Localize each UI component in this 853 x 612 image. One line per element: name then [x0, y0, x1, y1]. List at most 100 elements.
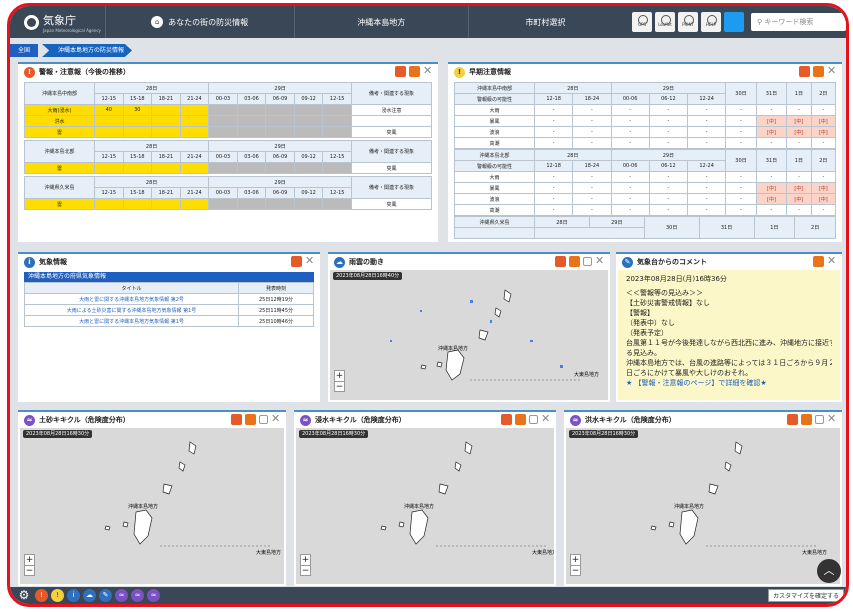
close-icon[interactable]: ✕: [423, 65, 434, 77]
kikikuru-map[interactable]: 2023年08月28日16時30分沖縄本島地方大東島地方 +−: [566, 428, 840, 584]
close-icon[interactable]: ✕: [827, 413, 838, 425]
map-icon[interactable]: [813, 256, 824, 267]
col-title: タイトル: [24, 282, 239, 294]
warnings-header: ! 警報・注意報（今後の推移） ✕: [18, 64, 438, 80]
warning-area: 沖縄本島北部: [24, 140, 95, 163]
zoom-in-button[interactable]: +: [301, 555, 310, 565]
nav-local-label: あなたの街の防災情報: [168, 17, 249, 27]
comment-header: ✎ 気象台からのコメント ✕: [616, 254, 842, 270]
nav-city-select[interactable]: 市町村選択: [467, 6, 622, 38]
kikikuru-panel: ≈ 洪水キキクル（危険度分布） ✕ 2023年08月28日16時30分 沖縄本島地方 大東…: [564, 410, 842, 586]
info-icon[interactable]: [291, 256, 302, 267]
close-icon[interactable]: ✕: [541, 413, 552, 425]
warning-cell: [322, 104, 352, 116]
close-icon[interactable]: ✕: [271, 413, 282, 425]
scroll-top-button[interactable]: ︿: [817, 559, 841, 583]
flood-widget-icon[interactable]: ≈: [147, 589, 160, 602]
early-cell: -: [610, 182, 650, 194]
zoom-in-button[interactable]: +: [335, 371, 344, 381]
zoom-out-button[interactable]: −: [571, 565, 580, 576]
early-cell: -: [572, 126, 612, 138]
breadcrumb-home[interactable]: 全国: [10, 44, 39, 57]
twitter-icon[interactable]: [724, 12, 744, 32]
zoom-in-button[interactable]: +: [25, 555, 34, 565]
external-link-icon[interactable]: [815, 415, 824, 424]
info-icon[interactable]: [501, 414, 512, 425]
close-icon[interactable]: ✕: [827, 65, 838, 77]
warning-cell: [208, 126, 238, 138]
external-link-icon[interactable]: [259, 415, 268, 424]
early-later-cell: -: [755, 137, 788, 149]
map-icon[interactable]: [409, 66, 420, 77]
map-icon[interactable]: [801, 414, 812, 425]
comment-panel: ✎ 気象台からのコメント ✕ 2023年08月28日(月)16時36分 ＜＜警報…: [616, 252, 842, 402]
kikikuru-panel: ≈ 浸水キキクル（危険度分布） ✕ 2023年08月28日16時30分 沖縄本島地方 大東…: [294, 410, 556, 586]
comment-link[interactable]: ★ 【警報・注意報のページ】で詳細を確認★: [626, 378, 832, 388]
day-header: 28日: [93, 82, 210, 94]
nav-region[interactable]: 沖縄本島地方: [293, 6, 468, 38]
gps-button[interactable]: GPS: [632, 12, 652, 32]
time-header: 15-18: [122, 187, 153, 199]
warning-widget-icon[interactable]: !: [35, 589, 48, 602]
early-area: 沖縄本島中南部: [454, 82, 535, 94]
breadcrumb: 全国 沖縄本島地方の防災情報: [10, 44, 133, 57]
table-row[interactable]: 大雨による土砂災害に関する沖縄本島地方気象情報 第1号 25日11時45分: [24, 304, 314, 316]
warning-cell: [94, 126, 124, 138]
weather-info-title: 気象情報: [39, 258, 67, 266]
info-icon[interactable]: [231, 414, 242, 425]
cloud-widget-icon[interactable]: ☁: [83, 589, 96, 602]
table-row[interactable]: 大雨と雷に関する沖縄本島地方気象情報 第1号 25日10時46分: [24, 315, 314, 327]
zoom-in-button[interactable]: +: [571, 555, 580, 565]
later-day-header: 1日: [786, 149, 812, 172]
warning-cell: [151, 162, 181, 174]
help-button[interactable]: HELP: [701, 12, 721, 32]
rain-cloud-map[interactable]: 2023年08月28日16時40分 沖縄本島地方 大東島地方 + −: [330, 270, 608, 400]
bottom-toolbar: ⚙ ! ! i ☁ ✎ ≈ ≈ ≈ カスタマイズを確定する: [10, 587, 846, 604]
close-icon[interactable]: ✕: [305, 255, 316, 267]
table-row: 暴風 - - - - - - [中] [中] [中]: [454, 115, 837, 127]
landslide-widget-icon[interactable]: ≈: [115, 589, 128, 602]
weather-info-buttons: ✕: [291, 255, 316, 267]
weather-info-time: 25日12時19分: [238, 293, 314, 305]
map-icon[interactable]: [569, 256, 580, 267]
early-later-cell: -: [810, 137, 837, 149]
info-icon[interactable]: [787, 414, 798, 425]
zoom-out-button[interactable]: −: [335, 381, 344, 392]
map-icon[interactable]: [813, 66, 824, 77]
map-icon[interactable]: [515, 414, 526, 425]
nav-local-info[interactable]: ⌂ あなたの街の防災情報: [104, 6, 294, 38]
kikikuru-buttons: ✕: [231, 413, 282, 425]
info-icon[interactable]: [799, 66, 810, 77]
zoom-out-button[interactable]: −: [25, 565, 34, 576]
warning-cell: [265, 162, 295, 174]
warnings-tables: 沖縄本島中南部 28日 29日 備考・関連する現象 12-15 15-18 18-21 21-…: [18, 80, 438, 214]
inundation-widget-icon[interactable]: ≈: [131, 589, 144, 602]
info-icon[interactable]: [395, 66, 406, 77]
search-input[interactable]: ⚲ キーワード検索: [751, 13, 846, 31]
close-icon[interactable]: ✕: [595, 255, 606, 267]
info-icon[interactable]: [555, 256, 566, 267]
info-widget-icon[interactable]: i: [67, 589, 80, 602]
table-row[interactable]: 大雨と雷に関する沖縄本島地方気象情報 第2号 25日12時19分: [24, 293, 314, 305]
weather-info-link[interactable]: 大雨と雷に関する沖縄本島地方気象情報 第2号: [24, 293, 239, 305]
weather-info-link[interactable]: 大雨と雷に関する沖縄本島地方気象情報 第1号: [24, 315, 239, 327]
comment-widget-icon[interactable]: ✎: [99, 589, 112, 602]
zoom-out-button[interactable]: −: [301, 565, 310, 576]
customize-button[interactable]: カスタマイズを確定する: [768, 589, 844, 602]
warning-remark: 浸水注意: [351, 104, 432, 116]
jma-logo[interactable]: 気象庁 Japan Meteorological Agency: [10, 12, 105, 33]
caution-widget-icon[interactable]: !: [51, 589, 64, 602]
map-icon[interactable]: [245, 414, 256, 425]
external-link-icon[interactable]: [583, 257, 592, 266]
print-button[interactable]: PRINT: [678, 12, 698, 32]
external-link-icon[interactable]: [529, 415, 538, 424]
weather-info-link[interactable]: 大雨による土砂災害に関する沖縄本島地方気象情報 第1号: [24, 304, 239, 316]
kikikuru-map[interactable]: 2023年08月28日16時30分沖縄本島地方大東島地方 +−: [296, 428, 554, 584]
gear-icon[interactable]: ⚙: [16, 589, 32, 602]
leaflet-button[interactable]: Leaflet: [655, 12, 675, 32]
later-day-header: 30日: [643, 216, 700, 239]
kikikuru-map[interactable]: 2023年08月28日16時30分沖縄本島地方大東島地方 +−: [20, 428, 284, 584]
close-icon[interactable]: ✕: [827, 255, 838, 267]
col-time: 発表時刻: [238, 282, 314, 294]
okinawa-map-icon: 沖縄本島地方 大東島地方: [390, 289, 599, 381]
